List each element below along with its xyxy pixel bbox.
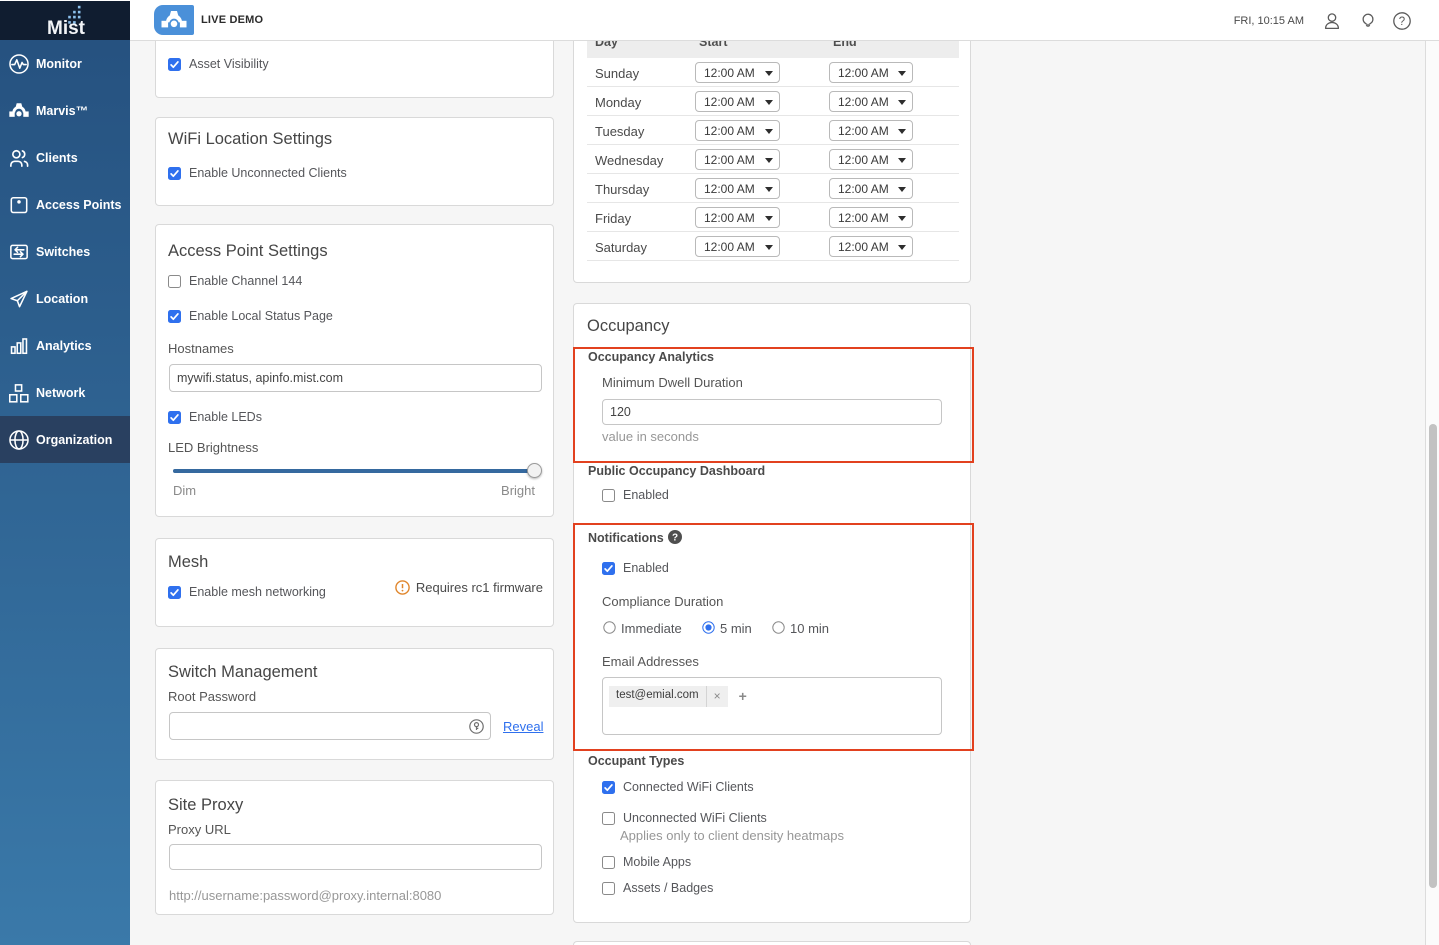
svg-text:?: ? [1399,16,1405,28]
svg-text:?: ? [672,533,678,544]
